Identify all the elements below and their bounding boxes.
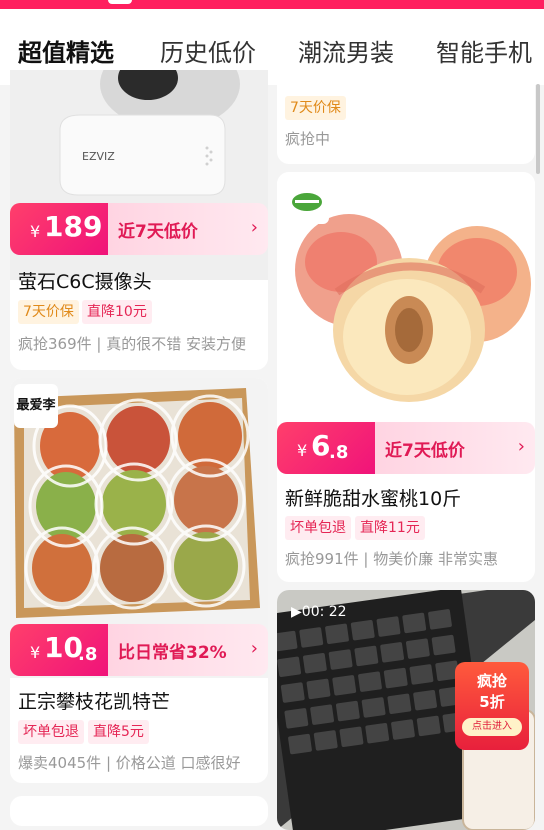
product-card-next[interactable] [10, 796, 268, 826]
promo-text: 近7天低价 [385, 441, 465, 461]
chevron-right-icon: › [250, 217, 258, 238]
price-box: ¥ 10 .8 [10, 624, 108, 676]
currency-symbol: ¥ [30, 222, 41, 241]
tab-history-low-price[interactable]: 历史低价 [160, 33, 256, 68]
product-title: 正宗攀枝花凯特芒 [18, 691, 171, 713]
currency-symbol: ¥ [30, 643, 41, 662]
product-card-video[interactable]: ▶00: 22 疯抢 5折 点击进入 [277, 590, 535, 830]
promo-banner: 比日常省32% › [108, 624, 268, 676]
return-policy-tag: 坏单包退 [285, 516, 351, 540]
sales-meta: 疯抢991件 | 物美价廉 非常实惠 [285, 550, 498, 568]
product-image-peach [277, 172, 535, 418]
price-drop-tag: 直降11元 [355, 516, 425, 540]
sales-meta: 爆卖4045件 | 价格公道 口感很好 [18, 754, 241, 772]
flash-sale-badge[interactable]: 疯抢 5折 点击进入 [455, 662, 529, 750]
tab-smartphones[interactable]: 智能手机 [436, 33, 532, 68]
price-drop-tag: 直降10元 [82, 300, 152, 324]
scrollbar[interactable] [536, 84, 540, 174]
status-bar-notch [108, 0, 132, 4]
price-protect-tag: 7天价保 [18, 300, 79, 324]
chevron-right-icon: › [517, 436, 525, 457]
shop-logo-icon [292, 193, 322, 211]
promo-text: 比日常省32% [118, 643, 227, 663]
currency-symbol: ¥ [297, 441, 308, 460]
sales-meta: 疯抢369件 | 真的很不错 安装方便 [18, 335, 246, 353]
shop-badge: 最爱李 [14, 384, 58, 428]
price-box: ¥ 6 .8 [277, 422, 375, 474]
status-bar [0, 0, 544, 9]
price-value: 6 [311, 429, 331, 462]
price-bar[interactable]: ¥ 10 .8 比日常省32% › [10, 624, 268, 676]
return-policy-tag: 坏单包退 [18, 720, 84, 744]
product-card-partial[interactable]: 7天价保 疯抢中 [277, 70, 535, 164]
promo-banner: 近7天低价 › [108, 203, 268, 255]
price-bar[interactable]: ¥ 6 .8 近7天低价 › [277, 422, 535, 474]
play-icon: ▶ [291, 604, 302, 620]
price-decimal: .8 [329, 442, 349, 463]
price-drop-tag: 直降5元 [88, 720, 149, 744]
product-title: 萤石C6C摄像头 [18, 271, 152, 293]
video-duration-text: 00: 22 [301, 604, 347, 620]
price-bar[interactable]: ¥ 189 近7天低价 › [10, 203, 268, 255]
product-title: 新鲜脆甜水蜜桃10斤 [285, 488, 462, 510]
video-duration: ▶00: 22 [291, 604, 347, 620]
tab-trendy-menswear[interactable]: 潮流男装 [298, 33, 394, 68]
chevron-right-icon: › [250, 638, 258, 659]
sales-meta: 疯抢中 [285, 130, 331, 148]
product-card-peach[interactable]: ¥ 6 .8 近7天低价 › 新鲜脆甜水蜜桃10斤 坏单包退 直降11元 疯抢9… [277, 172, 535, 582]
price-decimal: .8 [78, 644, 98, 665]
enter-button[interactable]: 点击进入 [462, 718, 522, 736]
shop-logo [285, 180, 329, 224]
product-card-camera[interactable]: EZVIZ ¥ 189 近7天低价 › 萤石C6C摄像头 7天价保 直降10元 … [10, 70, 268, 370]
promo-banner: 近7天低价 › [375, 422, 535, 474]
product-card-mango[interactable]: 最爱李 ¥ 10 .8 比日常省32% › 正宗攀枝花凯特芒 坏单包退 直降5元… [10, 378, 268, 783]
price-box: ¥ 189 [10, 203, 108, 255]
discount-label: 5折 [479, 693, 505, 711]
flash-sale-title: 疯抢 [476, 672, 507, 690]
tab-super-value[interactable]: 超值精选 [18, 33, 114, 68]
price-value: 189 [44, 210, 103, 243]
price-protect-tag: 7天价保 [285, 96, 346, 120]
camera-brand-label: EZVIZ [82, 150, 115, 163]
promo-text: 近7天低价 [118, 222, 198, 242]
